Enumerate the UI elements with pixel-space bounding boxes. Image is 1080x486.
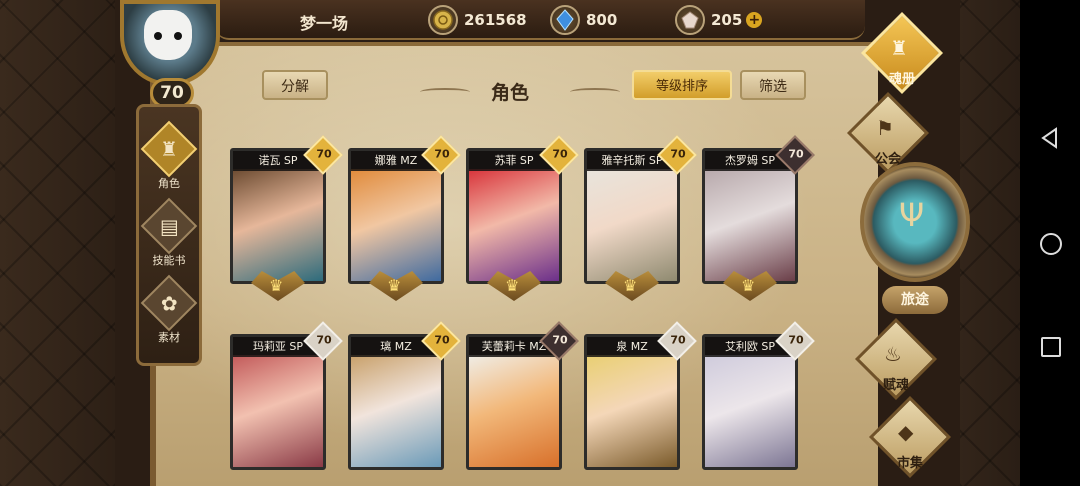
back-icon[interactable] [1038,126,1062,150]
gold-coin-icon [428,5,458,35]
guild-icon: ⚑ [876,116,894,140]
recent-apps-icon[interactable] [1038,334,1062,358]
title-ornament-left [420,88,470,96]
side-item-label: 素材 [158,331,180,344]
character-card[interactable]: 艾利欧 SP 70 [702,321,815,470]
title-ornament-right [570,88,620,96]
soul-bind-label: 赋魂 [882,378,909,393]
character-portrait [705,169,795,281]
character-portrait [587,169,677,281]
character-portrait [469,169,559,281]
system-navigation-bar [1020,0,1080,486]
add-gem-button[interactable]: + [746,12,763,28]
character-portrait [469,355,559,467]
character-icon: ♜ [160,137,178,161]
character-card[interactable]: 雅辛托斯 SP 70 [584,135,697,301]
character-card[interactable]: 诺瓦 SP 70 [230,135,343,301]
character-portrait [233,169,323,281]
market-label: 市集 [896,456,923,471]
avatar-portrait [144,10,192,60]
skill-book-icon: ▤ [159,214,179,238]
player-name: 梦一场 [300,14,349,33]
soul-book-label: 魂册 [888,72,915,87]
side-item-skill-book[interactable]: ▤ 技能书 [139,197,199,274]
side-item-label: 技能书 [152,254,186,267]
character-card[interactable]: 苏菲 SP 70 [466,135,579,301]
character-portrait [351,355,441,467]
character-card[interactable]: 杰罗姆 SP 70 [702,135,815,301]
resource-bar: 梦一场 261568 800 205 + [215,0,865,40]
character-portrait [705,355,795,467]
material-icon: ✿ [160,290,178,315]
gold-amount: 261568 [464,11,527,29]
journey-label: 旅途 [882,286,948,314]
soul-bind-button[interactable]: ♨ 赋魂 [854,317,938,401]
blue-crystal-icon [550,5,580,35]
crystal-resource: 800 [550,5,617,35]
guild-button[interactable]: ⚑ 公会 [846,91,930,175]
soul-book-button[interactable]: ♜ 魂册 [860,11,944,95]
side-item-character[interactable]: ♜ 角色 [139,120,199,197]
character-card[interactable]: 泉 MZ 70 [584,321,697,470]
character-card[interactable]: 芙蕾莉卡 MZ 70 [466,321,579,470]
gem-amount: 205 [711,11,743,29]
flame-icon: ♨ [884,342,902,366]
character-portrait [233,355,323,467]
gem-resource: 205 + [675,5,763,35]
trident-icon: Ψ [899,196,925,234]
home-icon[interactable] [1038,231,1062,255]
crystal-amount: 800 [586,11,618,29]
character-card[interactable]: 璃 MZ 70 [348,321,461,470]
side-item-label: 角色 [158,177,180,190]
diamond-icon: ◆ [898,420,914,444]
filter-button[interactable]: 筛选 [740,70,806,100]
market-button[interactable]: ◆ 市集 [868,395,952,479]
side-item-material[interactable]: ✿ 素材 [139,274,199,351]
character-card[interactable]: 娜雅 MZ 70 [348,135,461,301]
character-portrait [351,169,441,281]
decompose-button[interactable]: 分解 [262,70,328,100]
page-title: 角色 [490,82,529,104]
character-card[interactable]: 玛莉亚 SP 70 [230,321,343,470]
background-left [0,0,115,486]
journey-button[interactable]: Ψ 旅途 [860,162,970,322]
soul-book-icon: ♜ [890,36,908,60]
level-sort-button[interactable]: 等级排序 [632,70,732,100]
side-menu: ♜ 角色 ▤ 技能书 ✿ 素材 [136,104,202,366]
character-portrait [587,355,677,467]
player-avatar[interactable]: 70 [112,0,228,108]
gem-icon [675,5,705,35]
gold-resource: 261568 [428,5,527,35]
